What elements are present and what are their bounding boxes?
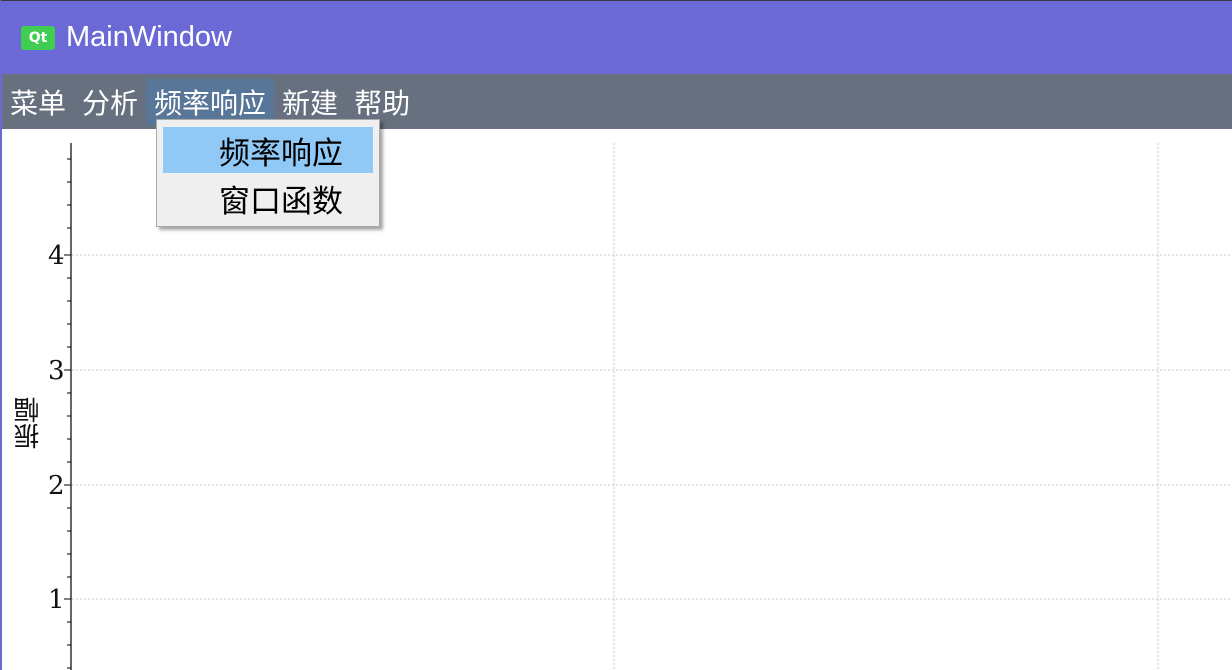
menu-item-help[interactable]: 帮助 [346,79,418,125]
dropdown-item-frequency-response[interactable]: 频率响应 [163,127,373,173]
menu-item-menu[interactable]: 菜单 [2,79,74,125]
title-bar[interactable]: Qt MainWindow [2,1,1232,74]
menu-item-frequency-response[interactable]: 频率响应 [146,78,275,125]
y-tick-label-1: 1 [48,585,65,615]
menu-item-new[interactable]: 新建 [274,79,346,125]
y-axis-ticks [64,158,71,669]
y-tick-label-3: 3 [48,356,65,386]
dropdown-item-window-function[interactable]: 窗口函数 [163,175,373,221]
main-window: Qt MainWindow 菜单 分析 频率响应 新建 帮助 4 3 2 1 振… [0,0,1232,670]
qt-logo-icon: Qt [21,26,55,50]
menu-item-analysis[interactable]: 分析 [74,79,146,125]
y-axis-label: 振幅 [14,397,44,449]
y-tick-label-2: 2 [48,471,65,501]
frequency-response-dropdown-menu: 频率响应 窗口函数 [156,119,380,227]
y-tick-label-4: 4 [48,241,65,271]
window-title: MainWindow [66,21,232,53]
